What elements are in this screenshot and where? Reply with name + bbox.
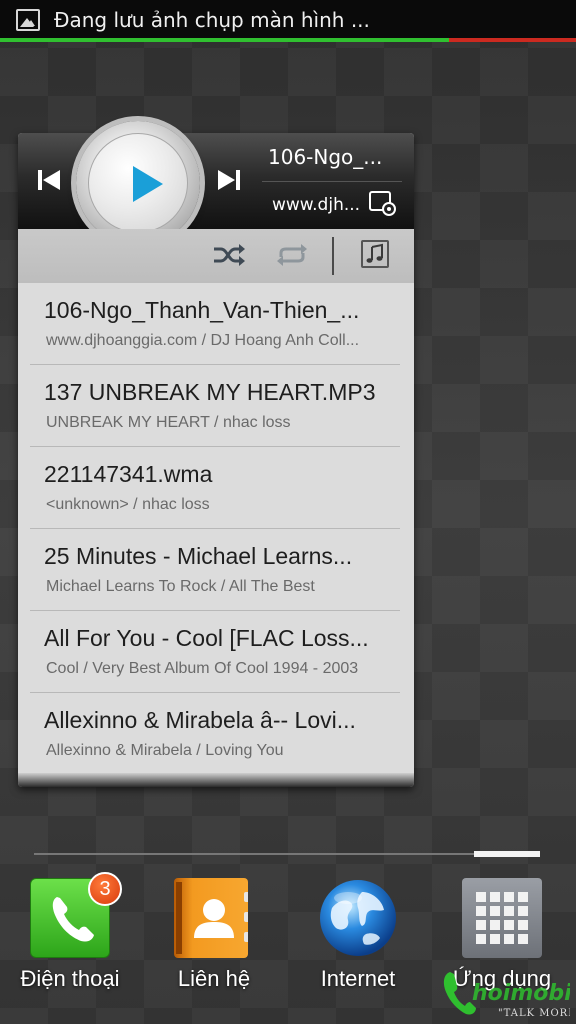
track-list: 106-Ngo_Thanh_Van-Thien_... www.djhoangg… <box>18 283 414 775</box>
home-page-indicator-current <box>474 851 540 857</box>
globe-icon <box>318 878 398 958</box>
header-divider <box>262 181 402 182</box>
track-item[interactable]: 137 UNBREAK MY HEART.MP3 UNBREAK MY HEAR… <box>30 365 400 447</box>
dock-label: Internet <box>320 966 396 991</box>
phone-icon: 3 <box>30 872 122 958</box>
track-title: Allexinno & Mirabela â-- Lovi... <box>44 707 356 733</box>
music-note-icon <box>366 243 383 263</box>
track-item[interactable]: All For You - Cool [FLAC Loss... Cool / … <box>30 611 400 693</box>
control-separator <box>332 237 334 275</box>
play-button[interactable] <box>76 121 200 245</box>
music-player-widget: 106-Ngo_... www.djh... 106-Ngo_Thanh_Van… <box>18 121 414 787</box>
missed-call-badge: 3 <box>88 872 122 906</box>
track-item[interactable]: 106-Ngo_Thanh_Van-Thien_... www.djhoangg… <box>30 283 400 365</box>
status-bar: Đang lưu ảnh chụp màn hình ... <box>0 0 576 40</box>
repeat-icon[interactable] <box>275 242 309 268</box>
shuffle-icon[interactable] <box>212 242 246 268</box>
skip-next-icon[interactable] <box>216 167 242 193</box>
save-progress-bar <box>0 38 576 42</box>
watermark-logo: hoimobile "TALK MORE" <box>443 972 570 1019</box>
now-playing-subtitle[interactable]: www.djh... <box>272 195 362 215</box>
skip-previous-icon[interactable] <box>36 167 62 193</box>
track-subtitle: <unknown> / nhac loss <box>46 496 210 513</box>
play-icon <box>133 166 163 202</box>
track-subtitle: Michael Learns To Rock / All The Best <box>46 578 315 595</box>
svg-text:hoimobile: hoimobile <box>472 981 570 1006</box>
player-control-bar <box>18 229 414 283</box>
track-item[interactable]: Allexinno & Mirabela â-- Lovi... Allexin… <box>30 693 400 775</box>
dock-label: Liên hệ <box>177 966 251 991</box>
svg-text:"TALK MORE": "TALK MORE" <box>498 1008 570 1019</box>
track-item[interactable]: 221147341.wma <unknown> / nhac loss <box>30 447 400 529</box>
track-title: All For You - Cool [FLAC Loss... <box>44 625 369 651</box>
status-notification-text: Đang lưu ảnh chụp màn hình ... <box>54 8 370 32</box>
home-page-indicator <box>34 853 540 855</box>
track-title: 25 Minutes - Michael Learns... <box>44 543 353 569</box>
music-library-button[interactable] <box>361 240 389 268</box>
track-title: 106-Ngo_Thanh_Van-Thien_... <box>44 297 360 323</box>
now-playing-title[interactable]: 106-Ngo_... <box>268 145 402 169</box>
track-subtitle: UNBREAK MY HEART / nhac loss <box>46 414 291 431</box>
play-button-face <box>88 133 188 233</box>
apps-grid-icon <box>462 878 542 958</box>
track-item[interactable]: 25 Minutes - Michael Learns... Michael L… <box>30 529 400 611</box>
dock-label: Điện thoại <box>20 966 120 991</box>
track-subtitle: www.djhoanggia.com / DJ Hoang Anh Coll..… <box>46 332 360 349</box>
track-subtitle: Allexinno & Mirabela / Loving You <box>46 742 284 759</box>
track-subtitle: Cool / Very Best Album Of Cool 1994 - 20… <box>46 660 359 677</box>
save-progress-fill <box>0 38 450 42</box>
track-title: 221147341.wma <box>44 461 213 487</box>
settings-screen-icon[interactable] <box>368 190 398 218</box>
contacts-icon <box>174 878 254 958</box>
image-icon <box>16 9 40 31</box>
widget-bottom-edge <box>18 773 414 787</box>
track-title: 137 UNBREAK MY HEART.MP3 <box>44 379 376 405</box>
